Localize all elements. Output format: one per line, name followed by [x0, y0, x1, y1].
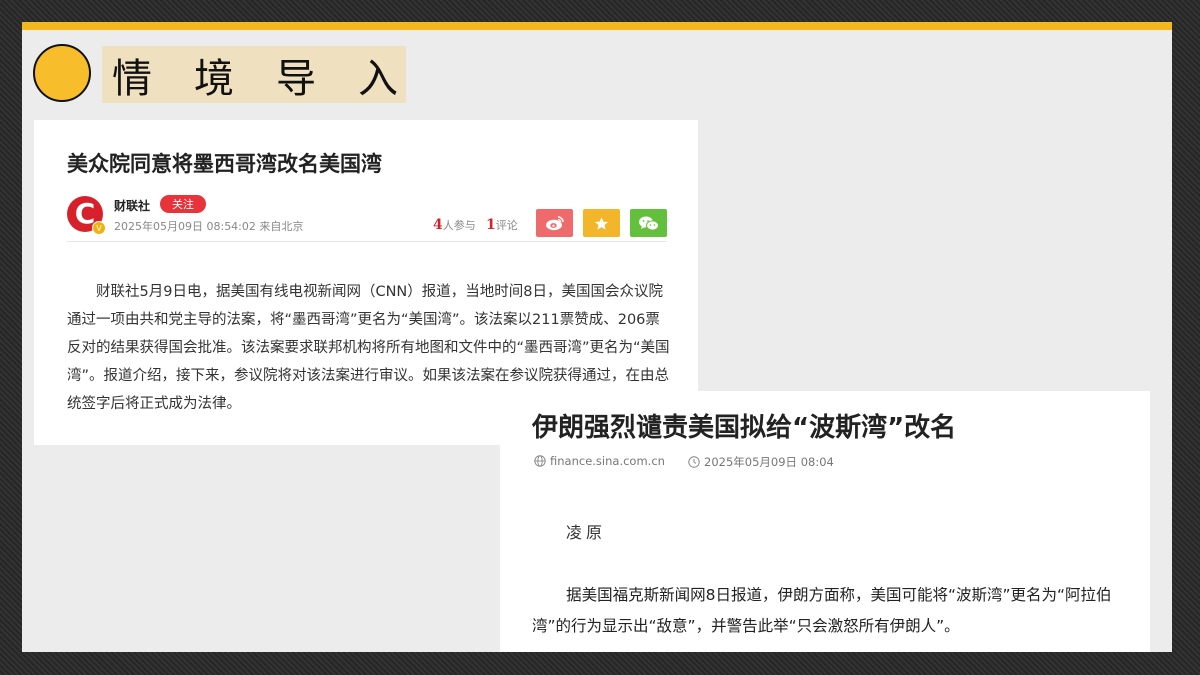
article-title[interactable]: 美众院同意将墨西哥湾改名美国湾 [67, 148, 382, 178]
verified-badge-icon: V [92, 221, 106, 235]
divider [67, 241, 667, 242]
article-datetime: 2025年05月09日 08:54:02 来自北京 [114, 220, 304, 233]
participants-label: 人参与 [442, 219, 476, 232]
site-domain: finance.sina.com.cn [550, 454, 665, 468]
weibo-icon [545, 216, 564, 231]
article-body: 据美国福克斯新闻网8日报道，伊朗方面称，美国可能将“波斯湾”更名为“阿拉伯湾”的… [532, 586, 1112, 635]
heading-char: 情 [112, 55, 152, 102]
heading-char: 导 [276, 55, 316, 102]
heading-char: 入 [358, 55, 398, 102]
top-accent-bar [22, 22, 1172, 30]
source-name[interactable]: 财联社 [114, 197, 150, 214]
article-datetime: 2025年05月09日 08:04 [688, 454, 834, 470]
article-card-persian-gulf: 伊朗强烈谴责美国拟给“波斯湾”改名 finance.sina.com.cn 20… [500, 391, 1150, 652]
comments-count: 1 [486, 217, 496, 233]
comments-label: 评论 [495, 219, 518, 232]
share-weibo-button[interactable] [536, 209, 573, 237]
author-name: 凌原 [566, 523, 607, 542]
follow-button[interactable]: 关注 [160, 195, 206, 213]
heading-circle-icon [33, 44, 91, 102]
slide-heading: 情 境 导 入 [102, 46, 406, 103]
wechat-icon [638, 216, 659, 231]
star-icon [594, 216, 609, 230]
comments-link[interactable]: 1评论 [486, 217, 518, 233]
share-wechat-button[interactable] [630, 209, 667, 237]
favorite-button[interactable] [583, 209, 620, 237]
heading-char: 境 [194, 55, 234, 102]
slide: 情 境 导 入 美众院同意将墨西哥湾改名美国湾 C V 财联社 关注 2025年… [22, 22, 1172, 652]
article-site[interactable]: finance.sina.com.cn [534, 454, 665, 468]
globe-icon [534, 455, 546, 467]
participants-link[interactable]: 4人参与 [433, 217, 476, 233]
verified-badge-letter: V [96, 223, 102, 233]
participants-count: 4 [433, 217, 443, 233]
article-title[interactable]: 伊朗强烈谴责美国拟给“波斯湾”改名 [532, 407, 956, 444]
clock-icon [688, 456, 700, 468]
datetime-text: 2025年05月09日 08:04 [704, 455, 834, 469]
